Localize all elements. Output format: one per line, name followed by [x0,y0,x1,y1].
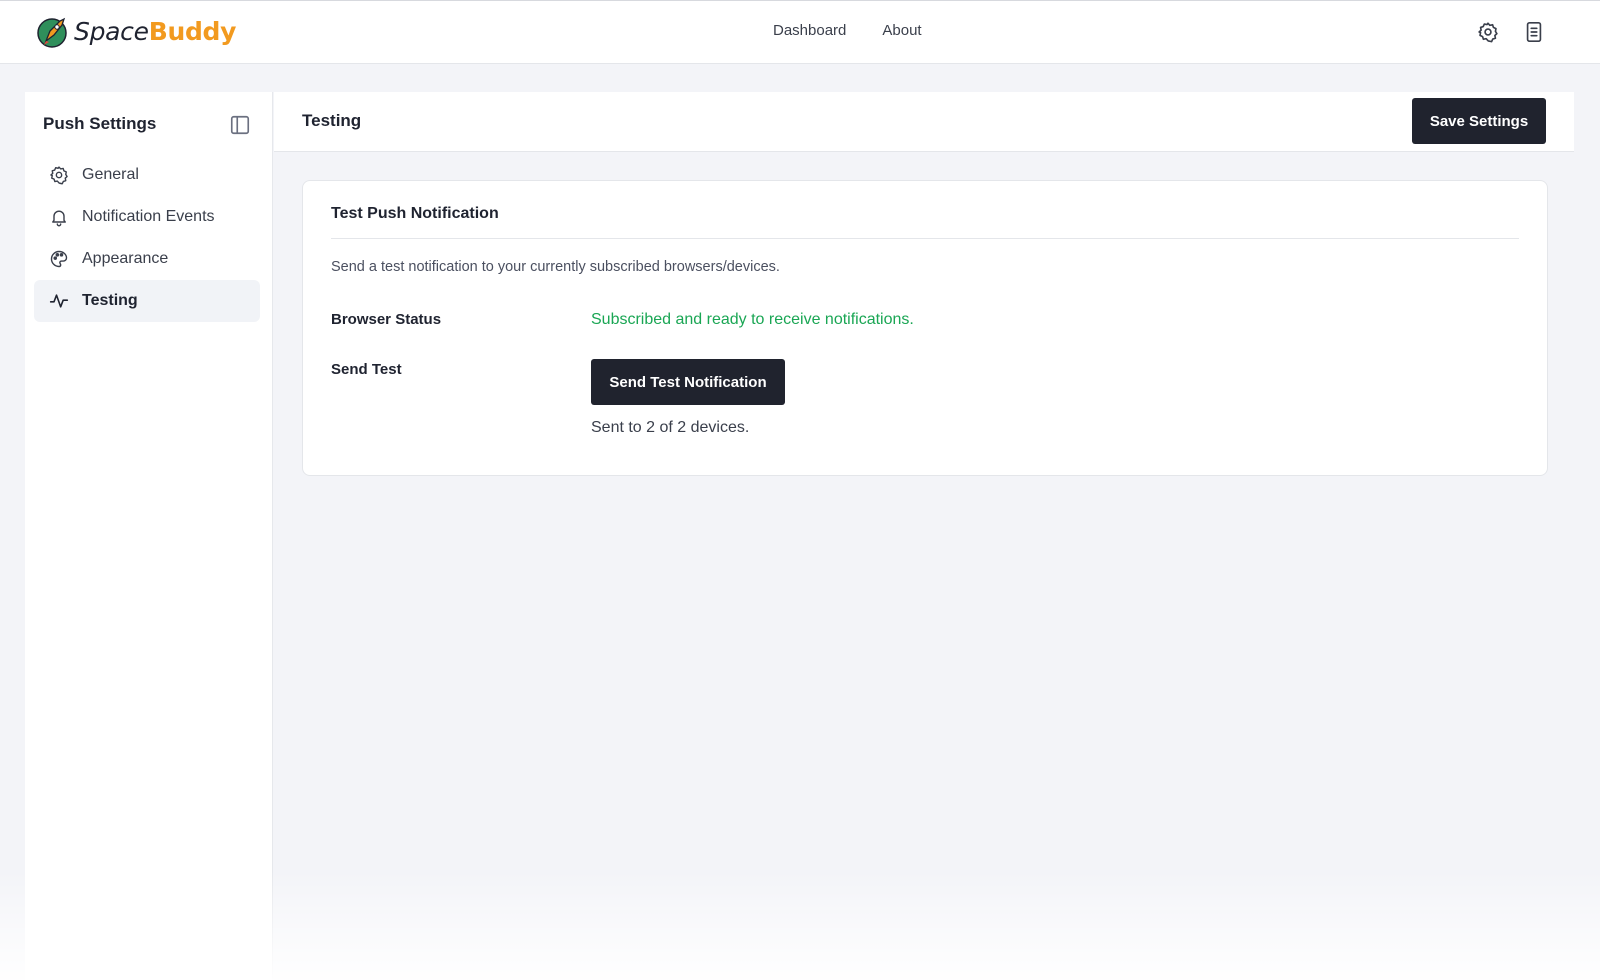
rocket-logo-icon [37,17,67,48]
save-settings-button[interactable]: Save Settings [1412,98,1546,144]
gear-icon[interactable] [1476,20,1500,44]
divider [331,238,1519,239]
top-nav: Dashboard About [773,22,922,39]
browser-status-value: Subscribed and ready to receive notifica… [591,311,914,328]
sidebar-item-label: General [82,166,139,183]
sidebar-item-label: Notification Events [82,208,215,225]
sidebar-item-label: Testing [82,292,138,309]
browser-status-label: Browser Status [331,311,442,328]
nav-dashboard[interactable]: Dashboard [773,22,846,39]
page-title: Testing [302,111,362,130]
document-icon[interactable] [1522,20,1546,44]
gear-icon [48,165,69,186]
card-description: Send a test notification to your current… [331,259,780,275]
palette-icon [48,249,69,270]
sidebar-item-appearance[interactable]: Appearance [34,238,260,280]
logo-text: SpaceBuddy [74,17,237,46]
test-push-card: Test Push Notification Send a test notif… [302,180,1548,476]
send-test-notification-button[interactable]: Send Test Notification [591,359,785,405]
send-result-text: Sent to 2 of 2 devices. [591,419,750,436]
send-test-label: Send Test [331,361,402,378]
nav-about[interactable]: About [882,22,921,39]
activity-icon [48,291,69,312]
card-title: Test Push Notification [331,205,499,222]
top-bar: SpaceBuddy Dashboard About [0,0,1600,64]
sidebar-item-testing[interactable]: Testing [34,280,260,322]
top-actions [1476,20,1546,44]
sidebar-title: Push Settings [43,114,157,133]
bell-icon [48,207,69,228]
sidebar-item-general[interactable]: General [34,154,260,196]
main-content: Testing Save Settings Test Push Notifica… [274,92,1574,980]
sidebar-menu: General Notification Events Appearance T… [34,154,260,322]
sidebar-item-notification-events[interactable]: Notification Events [34,196,260,238]
sidebar-toggle-icon[interactable] [229,114,251,136]
sidebar-item-label: Appearance [82,250,169,267]
settings-sidebar: Push Settings General Notification Event… [25,92,273,980]
main-header: Testing Save Settings [274,92,1574,152]
app-logo[interactable]: SpaceBuddy [36,15,236,49]
